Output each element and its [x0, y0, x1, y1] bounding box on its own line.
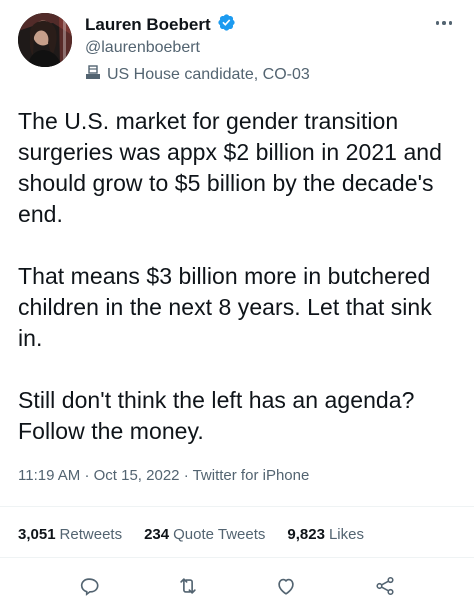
account-label-text: US House candidate, CO-03: [107, 65, 310, 83]
tweet-actions: [0, 573, 474, 599]
tweet-stats: 3,051 Retweets 234 Quote Tweets 9,823 Likes: [18, 526, 364, 543]
account-label: US House candidate, CO-03: [85, 64, 310, 85]
heart-icon[interactable]: [273, 573, 299, 599]
quote-tweets-stat[interactable]: 234 Quote Tweets: [144, 526, 265, 543]
divider: [0, 506, 474, 507]
tweet: Lauren Boebert @laurenboebert US House c…: [0, 0, 474, 613]
display-name[interactable]: Lauren Boebert: [85, 14, 211, 36]
more-options-icon[interactable]: [432, 13, 456, 33]
reply-icon[interactable]: [76, 573, 102, 599]
tweet-source[interactable]: Twitter for iPhone: [193, 467, 310, 484]
government-building-icon: [85, 64, 101, 85]
likes-stat[interactable]: 9,823 Likes: [287, 526, 364, 543]
name-row: Lauren Boebert: [85, 13, 236, 37]
user-handle[interactable]: @laurenboebert: [85, 38, 200, 58]
avatar[interactable]: [18, 13, 72, 67]
meta-separator: ·: [84, 467, 90, 484]
meta-separator: ·: [183, 467, 189, 484]
retweet-icon[interactable]: [175, 573, 201, 599]
tweet-header: Lauren Boebert @laurenboebert US House c…: [18, 13, 456, 83]
retweets-stat[interactable]: 3,051 Retweets: [18, 526, 122, 543]
divider: [0, 557, 474, 558]
tweet-metadata: 11:19 AM · Oct 15, 2022 · Twitter for iP…: [18, 466, 309, 486]
verified-badge-icon: [217, 13, 236, 37]
share-icon[interactable]: [372, 573, 398, 599]
tweet-text: The U.S. market for gender transition su…: [18, 108, 442, 444]
tweet-time[interactable]: 11:19 AM: [18, 467, 80, 484]
tweet-date[interactable]: Oct 15, 2022: [94, 467, 180, 484]
